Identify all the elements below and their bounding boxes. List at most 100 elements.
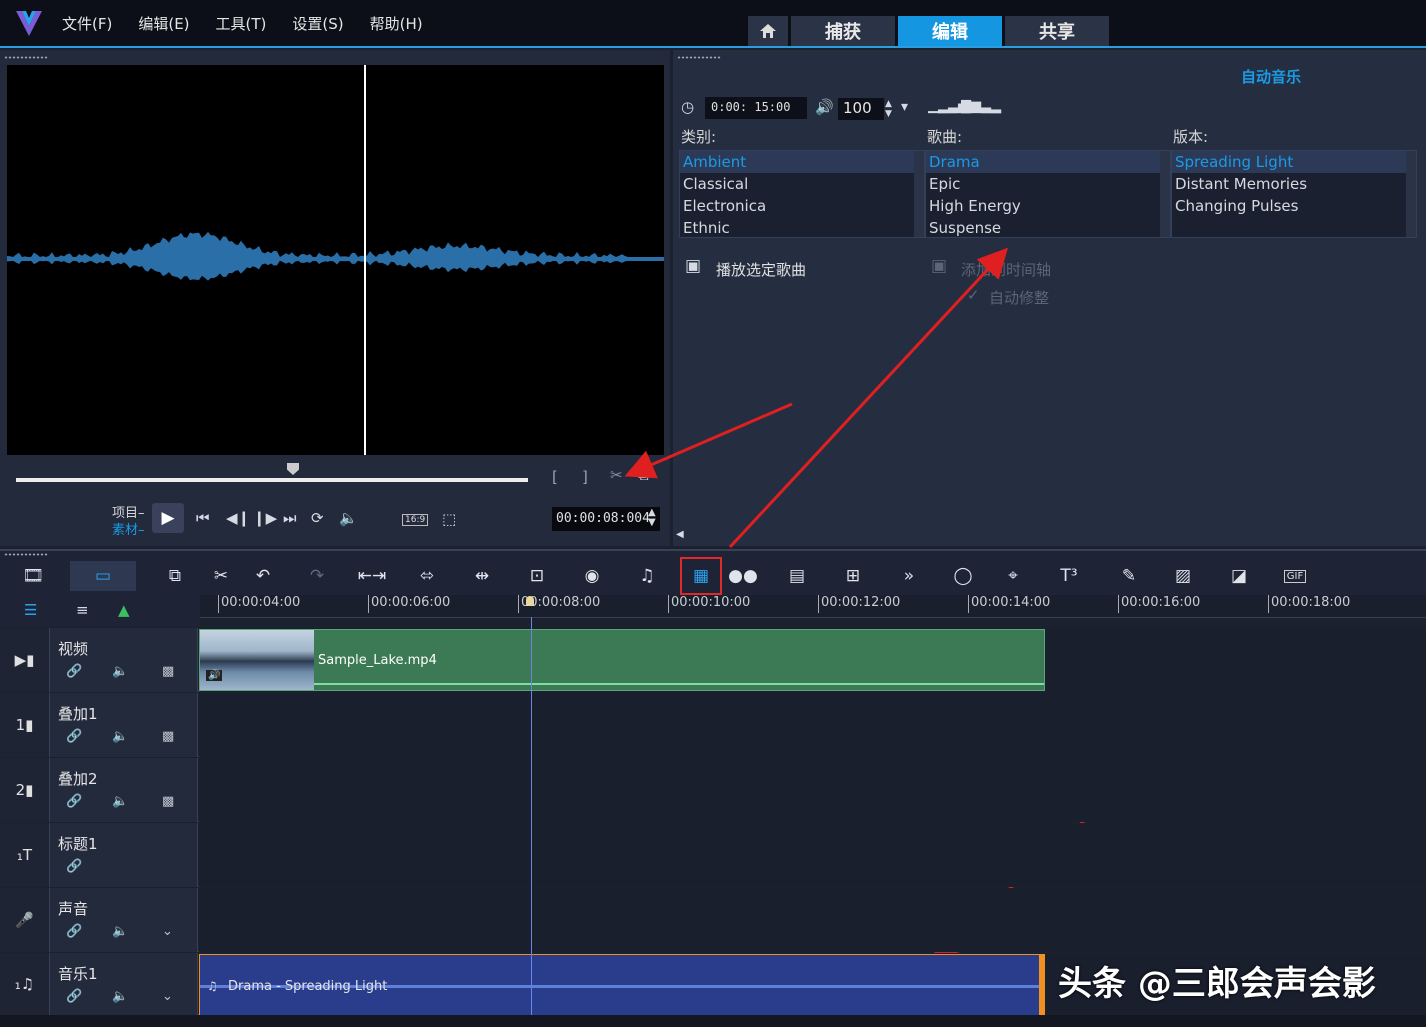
ruler-tick: 00:00:04:00 (218, 595, 300, 613)
checker-icon[interactable]: ▩ (162, 664, 174, 679)
link-icon[interactable]: 🔗 (66, 729, 82, 744)
track-body[interactable] (199, 693, 1426, 757)
video-track: ▶▮ 视频 🔗 🔈 ▩ 🔊 Sample_Lake.mp4 (0, 628, 1426, 692)
timeline-playhead-handle[interactable] (526, 596, 534, 606)
3d-title-button[interactable]: T³ (1056, 565, 1082, 587)
color-grading-button[interactable]: ✎ (1116, 565, 1142, 587)
tools-button[interactable]: ✂ (208, 565, 234, 587)
track-header: ₁♫ 音乐1 🔗 🔈 ⌄ (0, 953, 198, 1015)
link-icon[interactable]: 🔗 (66, 924, 82, 939)
track-name: 叠加2 (58, 770, 98, 788)
copy-button[interactable]: ⧉ (162, 565, 188, 587)
video-track-icon[interactable]: ▶▮ (0, 628, 50, 692)
track-body[interactable] (199, 823, 1426, 887)
time-ruler[interactable]: 00:00:04:00 00:00:06:00 00:00:08:00 00:0… (200, 595, 1426, 618)
title-track-icon[interactable]: ₁T (0, 823, 50, 887)
redo-button[interactable]: ↷ (304, 565, 330, 587)
ruler-tick: 00:00:18:00 (1268, 595, 1350, 613)
gif-icon: GIF (1283, 569, 1307, 583)
music-clip[interactable]: ♫ Drama - Spreading Light (199, 954, 1045, 1017)
expand-icon[interactable]: ⌄ (162, 989, 173, 1004)
ruler-tick: 00:00:14:00 (968, 595, 1050, 613)
clip-name: Drama - Spreading Light (228, 979, 388, 994)
undo-icon: ↶ (255, 566, 271, 586)
gif-button[interactable]: GIF (1282, 565, 1308, 587)
track-name: 声音 (58, 900, 89, 918)
link-icon[interactable]: 🔗 (66, 794, 82, 809)
record-button[interactable]: ◉ (579, 565, 605, 587)
expand-icon[interactable]: ⌄ (162, 924, 173, 939)
title1-track: ₁T 标题1 🔗 (0, 823, 1426, 887)
link-icon[interactable]: 🔗 (66, 859, 82, 874)
fit-width-icon: ⇤⇥ (357, 566, 387, 586)
timeline-view-button[interactable]: ▭ (70, 561, 136, 591)
track-name: 音乐1 (58, 965, 98, 983)
mute-icon[interactable]: 🔈 (112, 989, 128, 1004)
fit-timeline-button[interactable]: ⇤⇥ (357, 565, 387, 587)
speed-button[interactable]: » (896, 565, 922, 587)
track-manager-icon[interactable]: ☰ (24, 603, 37, 618)
clip-trim-handle[interactable] (1039, 955, 1045, 1017)
trim-button[interactable]: ⊡ (524, 565, 550, 587)
split-screen-button[interactable]: ⊞ (840, 565, 866, 587)
panel-grip[interactable] (4, 553, 48, 556)
checker-icon[interactable]: ▩ (162, 794, 174, 809)
track-button[interactable]: ⌖ (1000, 565, 1026, 587)
overlay1-track-icon[interactable]: 1▮ (0, 693, 50, 757)
grid-icon: ⊞ (845, 566, 861, 586)
ruler-tick: 00:00:16:00 (1118, 595, 1200, 613)
sound-mixer-button[interactable]: ♫ (634, 565, 660, 587)
checker-icon[interactable]: ▩ (162, 729, 174, 744)
timeline-icon: ▭ (94, 566, 112, 586)
redo-icon: ↷ (309, 566, 325, 586)
auto-music-button[interactable]: ▦ (680, 557, 722, 595)
auto-music-icon: ▦ (692, 566, 710, 586)
video-clip[interactable]: 🔊 Sample_Lake.mp4 (199, 629, 1045, 691)
painting-button[interactable]: ▨ (1170, 565, 1196, 587)
clip-audio-line (314, 683, 1044, 685)
chapter-icon[interactable]: ≡ (76, 603, 89, 618)
add-marker-icon[interactable]: ▲ (118, 603, 130, 618)
music-track-icon[interactable]: ₁♫ (0, 953, 50, 1015)
subtitle-button[interactable]: ▤ (784, 565, 810, 587)
mute-icon[interactable]: 🔈 (112, 664, 128, 679)
ripple-icon: ⇹ (474, 566, 490, 586)
overlay1-track: 1▮ 叠加1 🔗 🔈 ▩ (0, 693, 1426, 757)
microphone-icon[interactable]: 🎤 (0, 888, 50, 952)
timeline-playhead[interactable] (531, 617, 532, 1015)
motion-button[interactable]: ●● (728, 565, 758, 587)
trim-icon: ⊡ (529, 566, 545, 586)
ruler-tick: 00:00:12:00 (818, 595, 900, 613)
copy-icon: ⧉ (168, 566, 182, 586)
track-header: ▶▮ 视频 🔗 🔈 ▩ (0, 628, 198, 692)
track-body[interactable] (199, 758, 1426, 822)
undo-button[interactable]: ↶ (250, 565, 276, 587)
track-body[interactable] (199, 888, 1426, 952)
zoom-fit-icon: ⬄ (419, 566, 435, 586)
overlay2-track-icon[interactable]: 2▮ (0, 758, 50, 822)
speed-icon: » (903, 566, 915, 586)
clip-audio-icon: 🔊 (206, 670, 223, 681)
track-name: 叠加1 (58, 705, 98, 723)
mute-icon[interactable]: 🔈 (112, 924, 128, 939)
motion-icon: ●● (728, 566, 758, 586)
mute-icon[interactable]: 🔈 (112, 794, 128, 809)
music-note-icon: ♫ (207, 979, 218, 993)
track-header: ₁T 标题1 🔗 (0, 823, 198, 887)
track-body[interactable]: 🔊 Sample_Lake.mp4 (199, 628, 1426, 692)
mute-icon[interactable]: 🔈 (112, 729, 128, 744)
effect-button[interactable]: ◪ (1226, 565, 1252, 587)
track-name: 标题1 (58, 835, 98, 853)
link-icon[interactable]: 🔗 (66, 989, 82, 1004)
clip-name: Sample_Lake.mp4 (318, 653, 437, 668)
3d-title-icon: T³ (1060, 566, 1078, 586)
painting-icon: ▨ (1174, 566, 1192, 586)
track-manager-bar: ☰ ≡ ▲ (0, 595, 200, 627)
link-icon[interactable]: 🔗 (66, 664, 82, 679)
ripple-button[interactable]: ⇹ (469, 565, 495, 587)
storyboard-view-button[interactable]: 🎞 (20, 565, 46, 587)
mask-button[interactable]: ◯ (950, 565, 976, 587)
voice-track: 🎤 声音 🔗 🔈 ⌄ (0, 888, 1426, 952)
watermark: 头条 @三郎会声会影 (1058, 964, 1376, 1004)
zoom-button[interactable]: ⬄ (414, 565, 440, 587)
